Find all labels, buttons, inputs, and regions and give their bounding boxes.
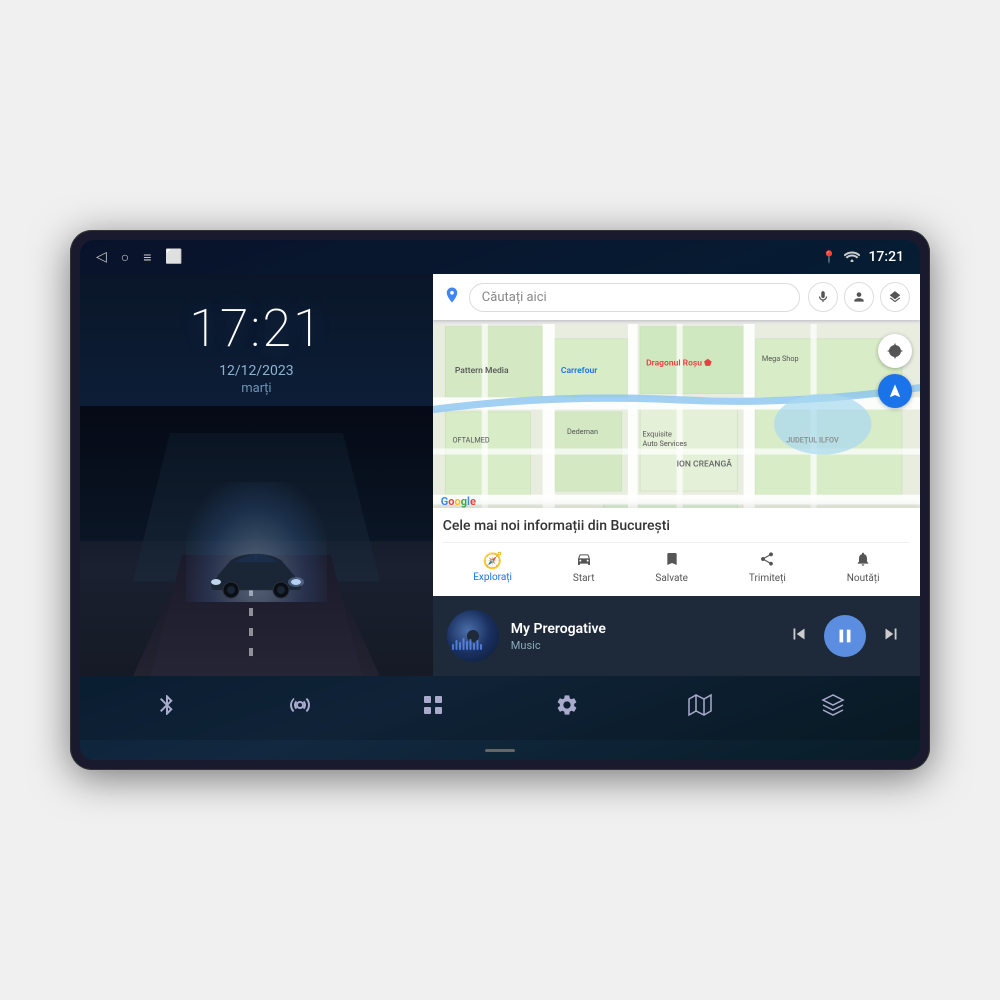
clock-day: marți [100, 381, 413, 396]
bottom-nav-maps[interactable] [678, 687, 722, 729]
maps-header: Căutați aici [433, 274, 920, 320]
location-icon: 📍 [822, 250, 837, 264]
music-subtitle: Music [511, 639, 772, 652]
search-placeholder: Căutați aici [482, 290, 547, 305]
google-maps-pin-icon [443, 286, 461, 309]
main-content: 17:21 12/12/2023 marți [80, 274, 920, 676]
bottom-nav-bluetooth[interactable] [145, 687, 189, 729]
music-section: My Prerogative Music [433, 596, 920, 676]
radio-icon [288, 693, 312, 723]
svg-text:Exquisite: Exquisite [642, 429, 672, 438]
car-visual [80, 406, 433, 676]
navigate-button[interactable] [878, 374, 912, 408]
share-label: Trimiteți [749, 573, 786, 584]
bottom-nav-cube[interactable] [811, 687, 855, 729]
right-panel: Căutați aici [433, 274, 920, 676]
start-icon [576, 551, 592, 571]
left-panel: 17:21 12/12/2023 marți [80, 274, 433, 676]
news-label: Noutăți [847, 573, 880, 584]
saved-icon [664, 551, 680, 571]
bottom-nav-apps[interactable] [411, 687, 455, 729]
map-controls [878, 334, 912, 408]
svg-text:ION CREANGĂ: ION CREANGĂ [676, 458, 732, 470]
nav-home-icon[interactable]: ○ [121, 249, 129, 266]
bottom-nav-settings[interactable] [545, 687, 589, 729]
search-bar[interactable]: Căutați aici [469, 283, 800, 312]
home-indicator-bar[interactable] [485, 749, 515, 752]
music-title: My Prerogative [511, 621, 772, 637]
play-pause-button[interactable] [824, 615, 866, 657]
device-outer: ◁ ○ ≡ ⬜ 📍 17:21 [70, 230, 930, 770]
google-logo: Google [441, 495, 476, 508]
car-svg [196, 540, 316, 600]
home-indicator [80, 740, 920, 760]
tab-explore[interactable]: 🧭 Explorați [465, 549, 520, 586]
clock-section: 17:21 12/12/2023 marți [80, 274, 433, 406]
clock-date: 12/12/2023 [100, 363, 413, 379]
device-screen: ◁ ○ ≡ ⬜ 📍 17:21 [80, 240, 920, 760]
bottom-nav [80, 676, 920, 740]
share-icon [759, 551, 775, 571]
tab-news[interactable]: Noutăți [839, 549, 888, 586]
wifi-icon [844, 250, 860, 265]
svg-text:Pattern Media: Pattern Media [455, 366, 509, 376]
map-tabs: 🧭 Explorați Start [443, 542, 910, 586]
cube-icon [821, 693, 845, 723]
svg-text:Mega Shop: Mega Shop [762, 354, 799, 363]
layers-button[interactable] [880, 282, 910, 312]
status-bar: ◁ ○ ≡ ⬜ 📍 17:21 [80, 240, 920, 274]
map-info-title: Cele mai noi informații din București [443, 518, 910, 534]
maps-section: Căutați aici [433, 274, 920, 596]
status-time: 17:21 [868, 249, 904, 265]
bluetooth-icon [155, 693, 179, 723]
clock-time: 17:21 [100, 298, 413, 359]
news-icon [855, 551, 871, 571]
saved-label: Salvate [655, 573, 688, 584]
map-info-panel: Cele mai noi informații din București 🧭 … [433, 508, 920, 596]
tab-start[interactable]: Start [565, 549, 603, 586]
nav-icons: ◁ ○ ≡ ⬜ [96, 249, 183, 266]
svg-text:Auto Services: Auto Services [642, 439, 687, 448]
explore-label: Explorați [473, 572, 512, 583]
profile-button[interactable] [844, 282, 874, 312]
svg-text:OFTALMED: OFTALMED [452, 435, 489, 444]
mic-button[interactable] [808, 282, 838, 312]
svg-text:Dedeman: Dedeman [567, 427, 598, 436]
svg-text:JUDEȚUL ILFOV: JUDEȚUL ILFOV [786, 435, 839, 444]
nav-menu-icon[interactable]: ≡ [143, 249, 151, 266]
music-album-art [447, 610, 499, 662]
locate-me-button[interactable] [878, 334, 912, 368]
apps-icon [421, 693, 445, 723]
nav-back-icon[interactable]: ◁ [96, 249, 107, 265]
tab-share[interactable]: Trimiteți [741, 549, 794, 586]
next-button[interactable] [876, 619, 906, 654]
music-info: My Prerogative Music [511, 621, 772, 652]
settings-icon [555, 693, 579, 723]
music-controls [784, 615, 906, 657]
svg-text:Carrefour: Carrefour [561, 366, 597, 376]
svg-text:Dragonul Roșu ⬟: Dragonul Roșu ⬟ [646, 358, 712, 369]
bottom-nav-radio[interactable] [278, 687, 322, 729]
tab-saved[interactable]: Salvate [647, 549, 696, 586]
maps-icon [688, 693, 712, 723]
start-label: Start [573, 573, 595, 584]
prev-button[interactable] [784, 619, 814, 654]
explore-icon: 🧭 [483, 551, 503, 570]
status-right-icons: 📍 17:21 [822, 249, 904, 265]
maps-actions [808, 282, 910, 312]
nav-recent-icon[interactable]: ⬜ [165, 249, 182, 265]
